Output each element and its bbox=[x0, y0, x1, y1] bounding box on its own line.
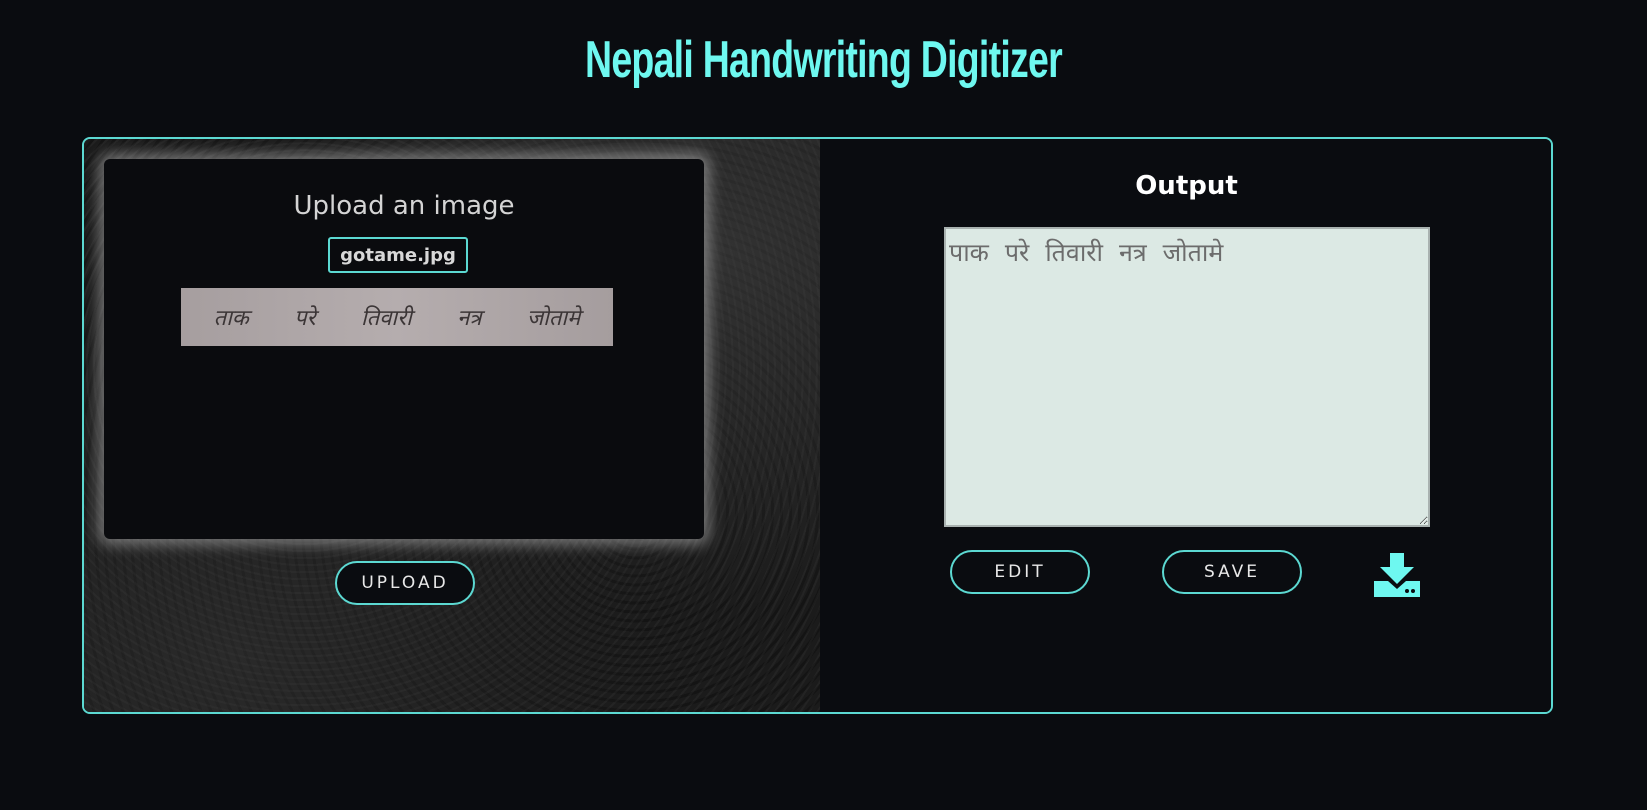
save-button[interactable]: SAVE bbox=[1162, 550, 1302, 594]
upload-heading: Upload an image bbox=[293, 191, 515, 221]
preview-word: जोतामे bbox=[526, 306, 581, 331]
upload-pane: Upload an image gotame.jpg ताक परे तिवार… bbox=[84, 139, 820, 712]
page-title: Nepali Handwriting Digitizer bbox=[585, 31, 1063, 89]
upload-card: Upload an image gotame.jpg ताक परे तिवार… bbox=[104, 159, 704, 539]
output-pane: Output पाक परे तिवारी नत्र जोतामे EDIT S… bbox=[820, 139, 1551, 712]
preview-word: ताक bbox=[213, 306, 249, 331]
edit-button[interactable]: EDIT bbox=[950, 550, 1090, 594]
upload-button[interactable]: UPLOAD bbox=[335, 561, 475, 605]
main-frame: Upload an image gotame.jpg ताक परे तिवार… bbox=[82, 137, 1553, 714]
image-preview: ताक परे तिवारी नत्र जोतामे bbox=[181, 288, 613, 346]
preview-word: तिवारी bbox=[360, 306, 412, 331]
file-name-chip[interactable]: gotame.jpg bbox=[328, 237, 468, 273]
preview-word: नत्र bbox=[457, 306, 482, 331]
output-heading: Output bbox=[1135, 171, 1238, 201]
preview-word: परे bbox=[294, 306, 316, 331]
download-icon[interactable] bbox=[1374, 553, 1420, 597]
output-textarea[interactable]: पाक परे तिवारी नत्र जोतामे bbox=[944, 227, 1430, 527]
